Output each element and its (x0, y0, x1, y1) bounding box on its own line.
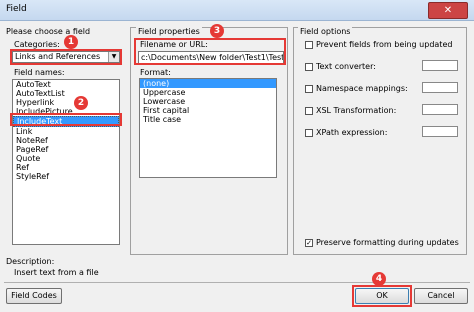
list-item[interactable]: Ref (13, 163, 119, 172)
list-item[interactable]: Hyperlink (13, 98, 119, 107)
window-title: Field (6, 4, 27, 14)
callout-box-3 (134, 38, 286, 65)
list-item[interactable]: StyleRef (13, 172, 119, 181)
checkbox[interactable] (305, 62, 313, 71)
list-item[interactable]: Uppercase (140, 88, 276, 97)
callout-badge-4: 4 (372, 272, 386, 286)
middle-panel-header: Field properties (136, 27, 202, 36)
option-label: Text converter: (316, 62, 376, 71)
text-converter-option[interactable]: Text converter: (305, 62, 376, 71)
categories-label: Categories: (14, 40, 60, 49)
cancel-button[interactable]: Cancel (414, 288, 468, 304)
title-bar: Field ✕ (0, 0, 474, 21)
namespace-mappings-option[interactable]: Namespace mappings: (305, 84, 408, 93)
list-item[interactable]: Link (13, 127, 119, 136)
xsl-transformation-option[interactable]: XSL Transformation: (305, 106, 396, 115)
divider (4, 282, 470, 283)
list-item[interactable]: NoteRef (13, 136, 119, 145)
checkbox[interactable] (305, 84, 313, 93)
callout-badge-1: 1 (64, 35, 78, 49)
field-codes-button[interactable]: Field Codes (6, 288, 62, 304)
option-label: Preserve formatting during updates (316, 238, 459, 247)
list-item-selected[interactable]: (none) (140, 79, 276, 88)
xpath-expression-option[interactable]: XPath expression: (305, 128, 387, 137)
field-names-label: Field names: (14, 68, 65, 77)
text-converter-field[interactable] (422, 60, 458, 71)
list-item[interactable]: AutoTextList (13, 89, 119, 98)
checkbox[interactable] (305, 40, 313, 49)
close-icon: ✕ (443, 5, 453, 16)
callout-box-4 (352, 285, 412, 307)
description-text: Insert text from a file (14, 268, 99, 277)
description-label: Description: (6, 257, 55, 266)
left-panel-header: Please choose a field (6, 27, 91, 36)
xpath-expression-field[interactable] (422, 126, 458, 137)
xsl-transformation-field[interactable] (422, 104, 458, 115)
field-names-list[interactable]: AutoText AutoTextList Hyperlink IncludeP… (12, 79, 120, 245)
option-label: XPath expression: (316, 128, 388, 137)
format-label: Format: (140, 68, 171, 77)
option-label: Prevent fields from being updated (316, 40, 453, 49)
option-label: XSL Transformation: (316, 106, 397, 115)
list-item[interactable]: Title case (140, 115, 276, 124)
checkbox[interactable] (305, 106, 313, 115)
preserve-formatting-option[interactable]: ✓ Preserve formatting during updates (305, 238, 459, 247)
list-item[interactable]: First capital (140, 106, 276, 115)
list-item[interactable]: Quote (13, 154, 119, 163)
namespace-mappings-field[interactable] (422, 82, 458, 93)
close-button[interactable]: ✕ (428, 2, 468, 19)
list-item[interactable]: AutoText (13, 80, 119, 89)
option-label: Namespace mappings: (316, 84, 408, 93)
callout-box-1 (10, 49, 122, 65)
callout-badge-2: 2 (74, 96, 88, 110)
format-list[interactable]: (none) Uppercase Lowercase First capital… (139, 78, 277, 178)
prevent-updates-option[interactable]: Prevent fields from being updated (305, 40, 452, 49)
list-item[interactable]: PageRef (13, 145, 119, 154)
list-item[interactable]: Lowercase (140, 97, 276, 106)
right-panel-header: Field options (298, 27, 353, 36)
checkbox[interactable] (305, 128, 313, 137)
checkbox-checked[interactable]: ✓ (305, 238, 313, 247)
callout-box-2 (10, 113, 122, 126)
callout-badge-3: 3 (210, 24, 224, 38)
